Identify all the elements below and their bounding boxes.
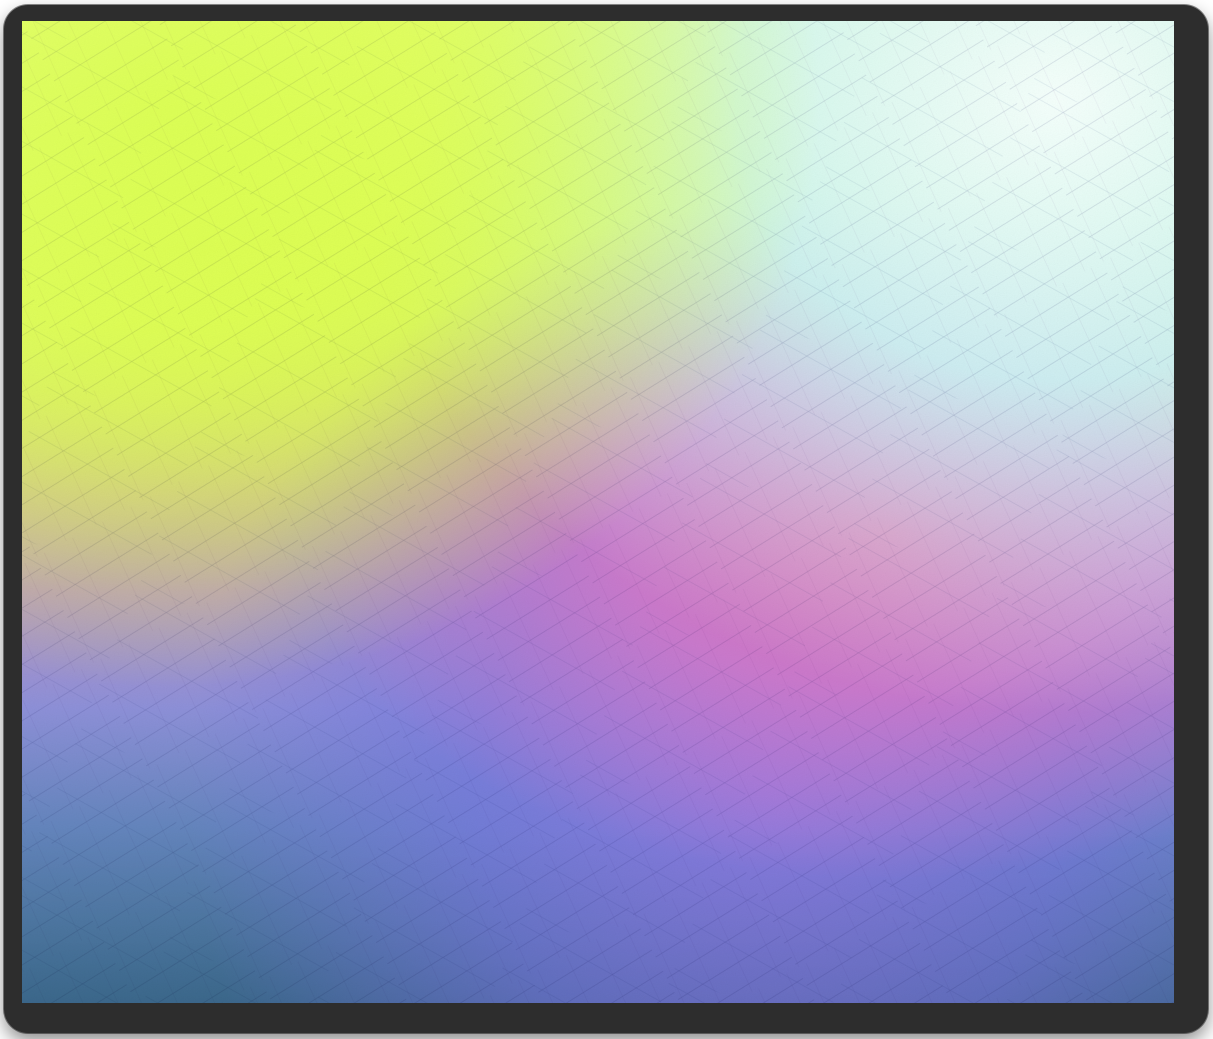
screen-frame bbox=[4, 5, 1208, 1033]
screen-sheen bbox=[22, 21, 1174, 1003]
wallpaper-texture bbox=[22, 21, 1174, 1003]
desktop-wallpaper bbox=[22, 21, 1174, 1003]
